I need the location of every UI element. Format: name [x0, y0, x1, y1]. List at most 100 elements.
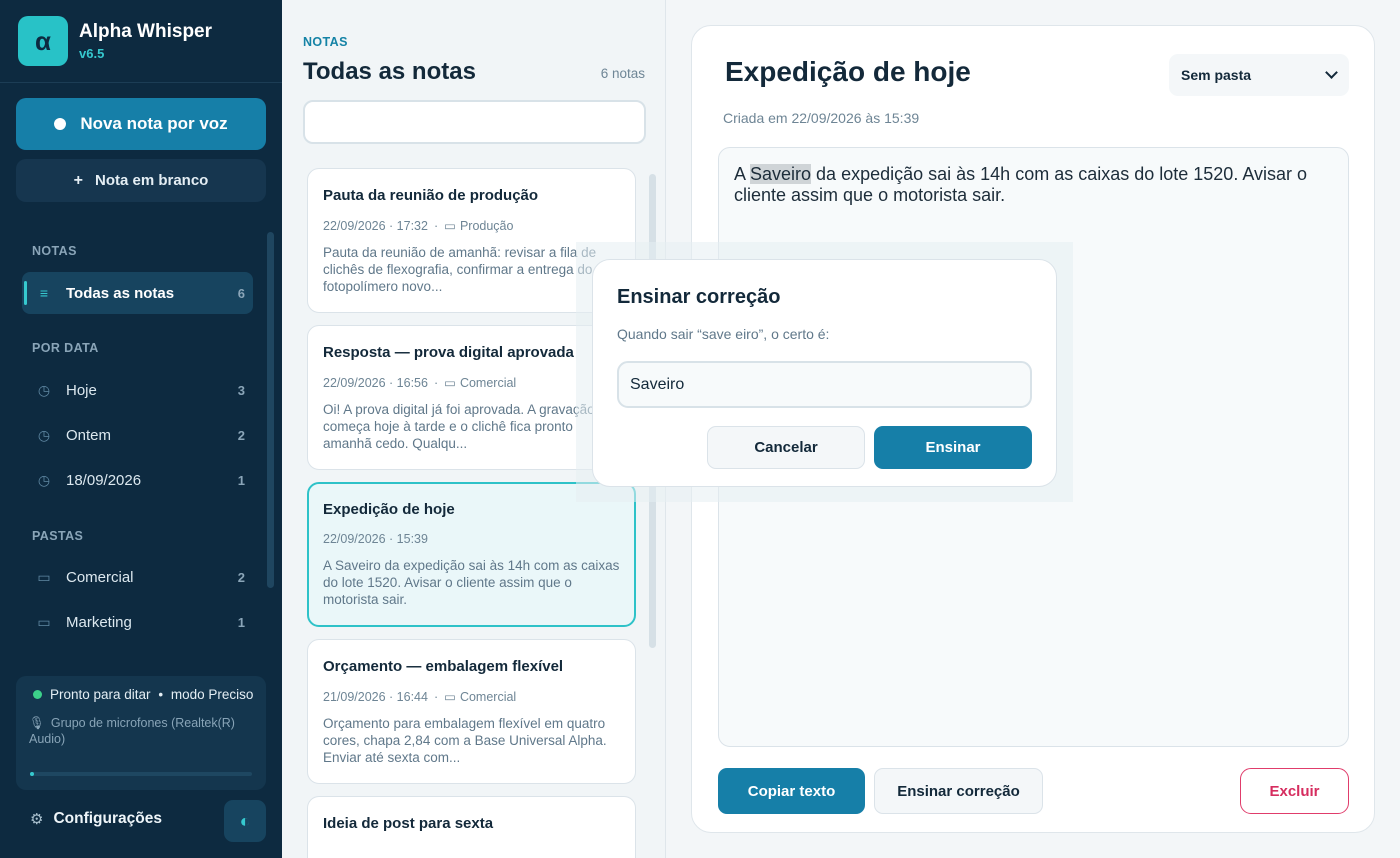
dictation-status-text: Pronto para ditar • modo Preciso	[50, 686, 253, 703]
gear-icon: ⚙	[30, 811, 44, 828]
note-folder: Produção	[459, 219, 514, 233]
app-version: v6.5	[79, 46, 105, 61]
list-icon: ≡	[39, 285, 49, 301]
folder-select[interactable]: Sem pasta	[1169, 54, 1349, 96]
settings-label: Configurações	[53, 810, 162, 827]
new-blank-note-label: Nota em branco	[94, 172, 209, 189]
cancel-button[interactable]: Cancelar	[707, 426, 865, 469]
sidebar-item-today[interactable]: ◷ Hoje 3	[22, 369, 253, 411]
status-mode-label: modo	[170, 687, 205, 702]
record-dot-icon	[54, 118, 67, 130]
section-folders-heading: PASTAS	[32, 529, 84, 543]
sidebar-item-label: Hoje	[66, 381, 97, 399]
note-folder: Comercial	[459, 690, 517, 704]
note-meta: 22/09/2026 · 17:32 · ▭ Produção	[323, 218, 620, 233]
brand: α Alpha Whisper v6.5	[18, 16, 212, 66]
note-date: 22/09/2026 · 16:56	[323, 376, 428, 390]
note-date: 21/09/2026 · 16:44	[323, 690, 428, 704]
sidebar-item-label: Ontem	[66, 426, 112, 444]
sidebar-item-date-18-09[interactable]: ◷ 18/09/2026 1	[22, 459, 253, 501]
new-voice-note-label: Nova nota por voz	[80, 114, 228, 133]
correction-input[interactable]	[617, 361, 1032, 408]
theme-toggle-button[interactable]: ◐	[224, 800, 266, 842]
note-title: Ideia de post para sexta	[323, 815, 494, 832]
status-ready-label: Pronto para ditar	[50, 687, 151, 702]
status-bullet: •	[158, 687, 164, 702]
sidebar-item-label: 18/09/2026	[66, 471, 142, 489]
microphone-icon: 🎙	[29, 716, 45, 730]
note-card[interactable]: Ideia de post para sexta	[307, 796, 636, 858]
sidebar: α Alpha Whisper v6.5 Nova nota por voz +…	[0, 0, 282, 858]
note-preview: Orçamento para embalagem flexível em qua…	[323, 716, 607, 765]
notes-count: 6 notas	[600, 66, 645, 81]
status-mode-value: Preciso	[208, 687, 254, 702]
meta-separator: ·	[433, 690, 439, 704]
microphone-info: 🎙 Grupo de microfones (Realtek(R) Audio)	[29, 715, 254, 747]
list-eyebrow: NOTAS	[303, 35, 348, 49]
list-title: Todas as notas	[303, 58, 476, 85]
sidebar-item-count: 2	[237, 427, 245, 443]
body-text-after: da expedição sai às 14h com as caixas do…	[734, 164, 1308, 205]
sidebar-divider	[0, 82, 282, 83]
teach-correction-button[interactable]: Ensinar correção	[874, 768, 1043, 814]
highlighted-word[interactable]: Saveiro	[750, 164, 812, 184]
dialog-subtitle: Quando sair “save eiro”, o certo é:	[617, 326, 830, 342]
status-ready-dot-icon	[33, 690, 42, 699]
note-date: 22/09/2026 · 17:32	[323, 219, 428, 233]
section-by-date-heading: POR DATA	[32, 341, 99, 355]
sidebar-item-folder-marketing[interactable]: ▭ Marketing 1	[22, 601, 253, 643]
sidebar-scrollbar[interactable]	[267, 232, 274, 588]
sidebar-item-all-notes[interactable]: ≡ Todas as notas 6	[22, 272, 253, 314]
sidebar-item-count: 1	[237, 472, 245, 488]
note-meta: 21/09/2026 · 16:44 · ▭ Comercial	[323, 689, 620, 704]
search-input[interactable]	[303, 100, 646, 144]
section-notes-heading: NOTAS	[32, 244, 77, 258]
app-logo: α	[18, 16, 68, 66]
sidebar-item-label: Comercial	[66, 568, 134, 586]
sidebar-item-count: 1	[237, 614, 245, 630]
teach-button[interactable]: Ensinar	[874, 426, 1032, 469]
microphone-name: Grupo de microfones (Realtek(R) Audio)	[29, 716, 235, 746]
copy-text-button[interactable]: Copiar texto	[718, 768, 865, 814]
sidebar-item-yesterday[interactable]: ◷ Ontem 2	[22, 414, 253, 456]
contrast-icon: ◐	[239, 810, 251, 831]
sidebar-item-folder-comercial[interactable]: ▭ Comercial 2	[22, 556, 253, 598]
meta-separator: ·	[433, 219, 439, 233]
note-title: Orçamento — embalagem flexível	[323, 658, 564, 675]
note-date: 22/09/2026 · 15:39	[323, 532, 428, 546]
folder-icon: ▭	[444, 376, 456, 390]
note-folder: Comercial	[459, 376, 517, 390]
new-blank-note-button[interactable]: + Nota em branco	[16, 159, 266, 202]
dialog-title: Ensinar correção	[617, 286, 781, 308]
note-title: Expedição de hoje	[323, 501, 455, 518]
note-preview: A Saveiro da expedição sai às 14h com as…	[323, 558, 620, 607]
clock-icon: ◷	[37, 426, 51, 443]
sidebar-item-count: 6	[237, 285, 245, 301]
note-card[interactable]: Orçamento — embalagem flexível 21/09/202…	[307, 639, 636, 784]
note-card-selected[interactable]: Expedição de hoje 22/09/2026 · 15:39 A S…	[307, 482, 636, 627]
app-name: Alpha Whisper	[79, 21, 213, 42]
mic-level-fill	[30, 772, 35, 776]
folder-select-value: Sem pasta	[1181, 67, 1252, 83]
note-meta: 22/09/2026 · 15:39	[323, 532, 620, 546]
teach-correction-dialog: Ensinar correção Quando sair “save eiro”…	[592, 259, 1057, 487]
clock-icon: ◷	[37, 471, 51, 488]
folder-icon: ▭	[444, 690, 456, 704]
sidebar-item-count: 2	[237, 569, 245, 585]
mic-level-meter	[30, 772, 252, 776]
created-timestamp: Criada em 22/09/2026 às 15:39	[723, 110, 920, 126]
folder-icon: ▭	[444, 219, 456, 233]
note-title: Pauta da reunião de produção	[323, 187, 539, 204]
dictation-status-panel: Pronto para ditar • modo Preciso 🎙 Grupo …	[16, 676, 266, 790]
chevron-down-icon	[1325, 66, 1338, 79]
body-text-before: A	[734, 164, 751, 184]
sidebar-item-count: 3	[237, 382, 245, 398]
sidebar-item-label: Todas as notas	[66, 284, 175, 302]
settings-button[interactable]: ⚙ Configurações	[30, 810, 162, 828]
note-title-heading[interactable]: Expedição de hoje	[725, 56, 971, 88]
folder-icon: ▭	[37, 568, 51, 585]
delete-button[interactable]: Excluir	[1240, 768, 1349, 814]
clock-icon: ◷	[37, 381, 51, 398]
plus-icon: +	[73, 171, 83, 189]
new-voice-note-button[interactable]: Nova nota por voz	[16, 98, 266, 150]
